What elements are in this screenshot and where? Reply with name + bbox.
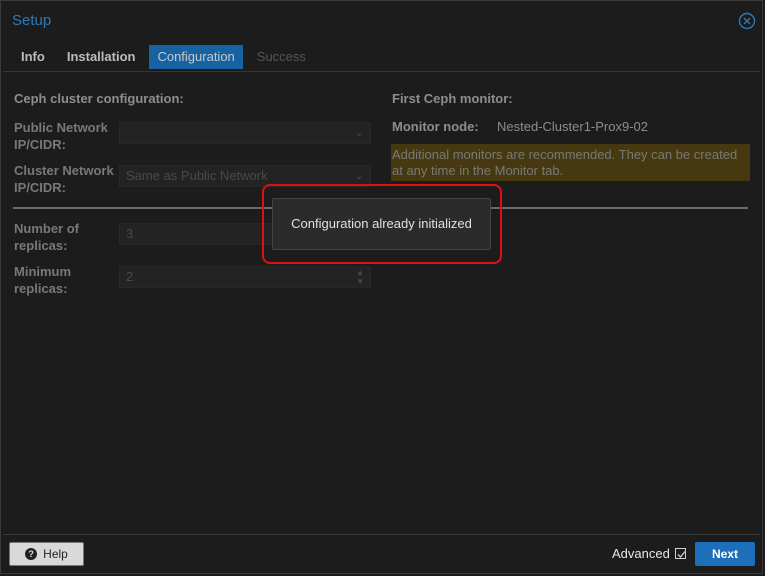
help-button[interactable]: ? Help (9, 542, 84, 566)
setup-dialog: Setup Info Installation Configuration Su… (0, 0, 763, 574)
checkbox-check-icon (677, 551, 686, 558)
footer-divider (3, 534, 760, 535)
advanced-label: Advanced (612, 546, 670, 561)
advanced-checkbox[interactable] (674, 548, 686, 559)
help-icon: ? (25, 548, 38, 560)
status-toast: Configuration already initialized (272, 198, 491, 250)
help-button-label: Help (43, 547, 68, 561)
advanced-toggle[interactable]: Advanced (612, 546, 686, 561)
next-button[interactable]: Next (695, 542, 755, 566)
modal-mask (1, 1, 762, 573)
